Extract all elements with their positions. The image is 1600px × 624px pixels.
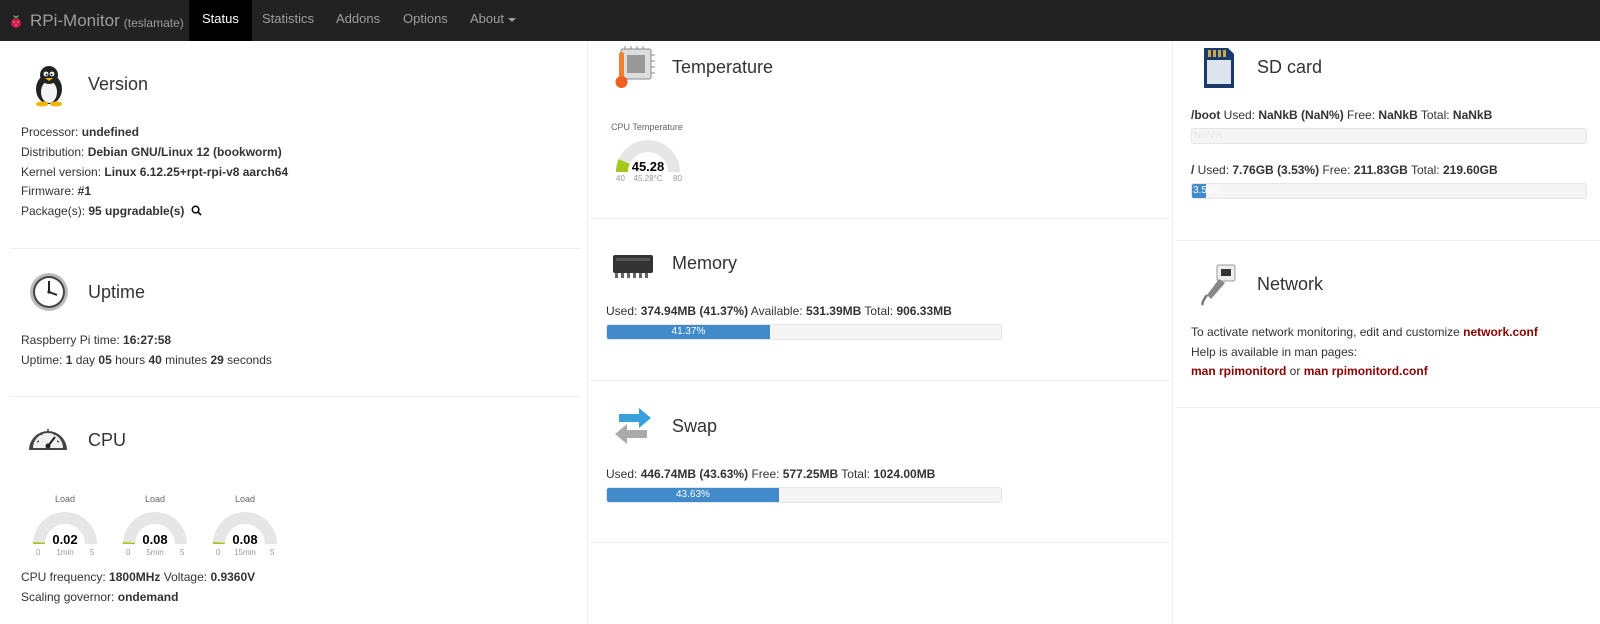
- section-divider: [590, 542, 1170, 543]
- section-title-memory: Memory: [672, 253, 738, 273]
- speedometer-icon: [29, 429, 67, 450]
- search-icon[interactable]: [191, 205, 202, 216]
- gauge-value: 0.08: [232, 532, 258, 547]
- boot-progress-label: NaN%: [1194, 130, 1223, 141]
- section-title-cpu: CPU: [88, 430, 127, 450]
- section-title-temperature: Temperature: [672, 57, 774, 77]
- processor-value: undefined: [81, 125, 140, 139]
- swap-progress-label: 43.63%: [675, 489, 710, 500]
- section-divider: [10, 396, 580, 397]
- section-divider: [590, 218, 1170, 219]
- gauge-label: CPU Temperature: [611, 122, 683, 132]
- brand-name: RPi-Monitor: [30, 10, 120, 30]
- cpu-temperature-gauge: CPU Temperature 45.28 40 45.28°C 80: [611, 122, 691, 186]
- cpu-frequency-line: CPU frequency: 1800MHz Voltage: 0.9360V: [21, 570, 256, 584]
- section-divider: [590, 380, 1170, 381]
- processor-line: Processor: undefined: [21, 125, 140, 139]
- pi-time-line: Raspberry Pi time: 16:27:58: [21, 333, 172, 347]
- gauge-value: 45.28: [631, 159, 665, 174]
- raspberry-icon: [11, 14, 21, 28]
- navbar: RPi-Monitor (teslamate) Status Statistic…: [0, 0, 1600, 41]
- distribution-value: Debian GNU/Linux 12 (bookworm): [87, 145, 282, 159]
- packages-value: 95 upgradable(s): [88, 204, 185, 218]
- scaling-governor-value: ondemand: [117, 590, 179, 604]
- network-info-line: To activate network monitoring, edit and…: [1191, 325, 1538, 339]
- root-progress-label: 3.53%: [1193, 185, 1222, 196]
- gauge-label: Load: [234, 494, 256, 504]
- section-title-uptime: Uptime: [88, 282, 146, 302]
- man-rpimonitord-link[interactable]: man rpimonitord: [1191, 364, 1286, 378]
- linux-penguin-icon: [36, 66, 62, 107]
- root-usage-line: / Used: 7.76GB (3.53%) Free: 211.83GB To…: [1191, 163, 1498, 177]
- tab-about-label: About: [470, 11, 504, 26]
- gauge-value: 0.02: [52, 532, 78, 547]
- cpu-load-gauge-1min: Load 0.02 0 1min 5: [28, 494, 102, 558]
- thermometer-chip-icon: [615, 46, 655, 88]
- network-man-line: man rpimonitord or man rpimonitord.conf: [1191, 364, 1428, 378]
- network-help-line: Help is available in man pages:: [1191, 345, 1358, 359]
- section-divider: [1176, 407, 1600, 408]
- column-divider: [1172, 41, 1173, 624]
- clock-icon: [30, 273, 68, 311]
- brand-host: (teslamate): [123, 15, 184, 30]
- tab-about[interactable]: About: [457, 0, 529, 41]
- memory-usage-line: Used: 374.94MB (41.37%) Available: 531.3…: [606, 304, 952, 318]
- swap-usage-line: Used: 446.74MB (43.63%) Free: 577.25MB T…: [606, 467, 936, 481]
- sd-card-icon: [1204, 48, 1234, 88]
- cpu-voltage-value: 0.9360V: [210, 570, 256, 584]
- scaling-governor-line: Scaling governor: ondemand: [21, 590, 179, 604]
- column-divider: [587, 41, 588, 624]
- swap-progress-bar: 43.63%: [606, 487, 1002, 503]
- section-title-sd-card: SD card: [1257, 57, 1323, 77]
- section-title-version: Version: [88, 74, 149, 94]
- tab-status[interactable]: Status: [189, 0, 252, 41]
- tab-options[interactable]: Options: [390, 0, 461, 41]
- section-title-network: Network: [1257, 274, 1324, 294]
- tab-addons[interactable]: Addons: [323, 0, 393, 41]
- swap-arrows-icon: [615, 408, 651, 444]
- packages-line: Package(s): 95 upgradable(s): [21, 204, 202, 218]
- kernel-value: Linux 6.12.25+rpt-rpi-v8 aarch64: [104, 165, 289, 179]
- gauge-label: Load: [54, 494, 76, 504]
- network-cable-icon: [1201, 264, 1236, 306]
- cpu-frequency-value: 1800MHz: [109, 570, 161, 584]
- root-progress-bar: 3.53%: [1191, 183, 1587, 199]
- chevron-down-icon: [507, 17, 516, 22]
- gauge-label: Load: [144, 494, 166, 504]
- memory-progress-bar: 41.37%: [606, 324, 1002, 340]
- pi-time-value: 16:27:58: [123, 333, 172, 347]
- memory-progress-label: 41.37%: [671, 326, 706, 337]
- cpu-load-gauge-5min: Load 0.08 0 5min 5: [118, 494, 192, 558]
- firmware-line: Firmware: #1: [21, 184, 92, 198]
- section-divider: [10, 248, 580, 249]
- section-title-swap: Swap: [672, 416, 718, 436]
- kernel-line: Kernel version: Linux 6.12.25+rpt-rpi-v8…: [21, 165, 289, 179]
- brand[interactable]: RPi-Monitor (teslamate): [8, 0, 184, 41]
- section-divider: [1176, 240, 1600, 241]
- uptime-line: Uptime: 1 day 05 hours 40 minutes 29 sec…: [21, 353, 272, 367]
- boot-progress-bar: NaN%: [1191, 128, 1587, 144]
- cpu-load-gauge-15min: Load 0.08 0 15min 5: [208, 494, 282, 558]
- tab-statistics[interactable]: Statistics: [249, 0, 327, 41]
- man-rpimonitord-conf-link[interactable]: man rpimonitord.conf: [1304, 364, 1428, 378]
- firmware-value: #1: [77, 184, 92, 198]
- distribution-line: Distribution: Debian GNU/Linux 12 (bookw…: [21, 145, 282, 159]
- network-conf-link[interactable]: network.conf: [1463, 325, 1538, 339]
- memory-chip-icon: [613, 255, 653, 278]
- boot-usage-line: /boot Used: NaNkB (NaN%) Free: NaNkB Tot…: [1191, 108, 1493, 122]
- gauge-value: 0.08: [142, 532, 168, 547]
